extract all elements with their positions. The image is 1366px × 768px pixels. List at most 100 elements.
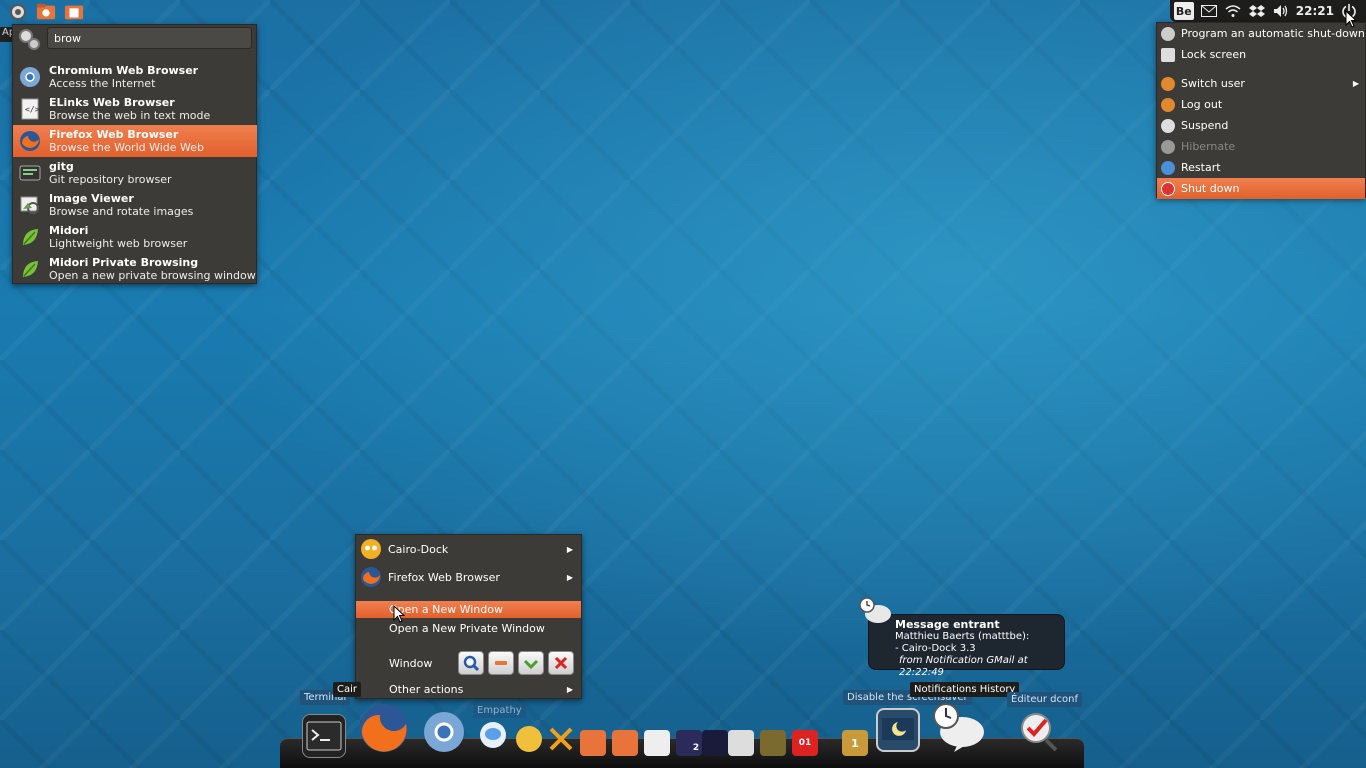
notification-title: Message entrant [895, 618, 1000, 631]
image-icon[interactable] [760, 730, 786, 756]
clock[interactable]: 22:21 [1296, 4, 1334, 18]
close-button[interactable] [548, 651, 574, 675]
hibernate-icon [1161, 139, 1175, 154]
menu-item-switch-user[interactable]: Switch user ▶ [1157, 73, 1365, 94]
submenu-arrow-icon: ▶ [566, 572, 573, 582]
midori-leaf-icon [19, 258, 41, 280]
menu-item-suspend[interactable]: Suspend [1157, 115, 1365, 136]
notification-line2: - Cairo-Dock 3.3 [895, 643, 976, 654]
menu-item-cairo-dock[interactable]: Cairo-Dock ▶ [356, 537, 581, 561]
dconf-editor-icon[interactable] [1016, 710, 1060, 754]
notifications-history-icon[interactable] [930, 700, 986, 754]
keyboard-layout-indicator[interactable]: Be [1173, 2, 1194, 20]
gears-icon [17, 27, 41, 51]
workspace-badge: 2 [692, 743, 700, 753]
lock-screen-icon [1161, 47, 1175, 62]
screensaver-icon[interactable] [876, 708, 920, 752]
menu-item-restart[interactable]: Restart [1157, 157, 1365, 178]
menu-item-other-actions[interactable]: Other actions ▶ [356, 681, 581, 698]
submenu-arrow-icon: ▶ [566, 544, 573, 554]
empathy-icon[interactable] [480, 722, 506, 748]
dropbox-icon[interactable] [1248, 3, 1266, 19]
submenu-arrow-icon: ▶ [566, 685, 573, 694]
session-menu: Program an automatic shut-down Lock scre… [1156, 22, 1366, 199]
maximize-button[interactable] [518, 651, 544, 675]
result-name: Chromium Web Browser [49, 64, 199, 77]
mouse-cursor-icon [393, 605, 405, 623]
image-viewer-icon [19, 194, 41, 216]
result-elinks[interactable]: </> ELinks Web Browser Browse the web in … [13, 93, 257, 125]
downloads-folder-icon[interactable] [612, 730, 638, 756]
menu-item-label: Cairo-Dock [388, 542, 449, 556]
result-image-viewer[interactable]: Image Viewer Browse and rotate images [13, 189, 257, 221]
notification-line1: Matthieu Baerts (matttbe): [895, 631, 1030, 642]
menu-item-label: Switch user [1181, 77, 1245, 90]
menu-item-label: Other actions [389, 683, 464, 696]
restart-icon [1161, 160, 1175, 175]
result-firefox[interactable]: Firefox Web Browser Browse the World Wide… [13, 125, 257, 157]
menu-item-label: Firefox Web Browser [388, 570, 500, 584]
window-actions [458, 651, 574, 675]
text-editor-icon[interactable] [644, 730, 670, 756]
pidgin-icon[interactable] [516, 726, 542, 752]
magnify-button[interactable] [458, 651, 484, 675]
result-chromium[interactable]: Chromium Web Browser Access the Internet [13, 61, 257, 93]
notification-clock-bubble-icon [858, 596, 892, 626]
mouse-cursor-icon [1345, 10, 1357, 28]
volume-icon[interactable] [1272, 3, 1290, 19]
wifi-icon[interactable] [1224, 3, 1242, 19]
chromium-icon[interactable] [422, 710, 466, 754]
workspace-switcher-icon[interactable]: 2 [676, 730, 702, 756]
log-out-icon [1161, 97, 1175, 112]
tooltip-cairo: Cair [333, 682, 361, 697]
menu-item-hibernate[interactable]: Hibernate [1157, 136, 1365, 157]
mail-icon[interactable] [1200, 3, 1218, 19]
result-midori[interactable]: Midori Lightweight web browser [13, 221, 257, 253]
menu-item-firefox[interactable]: Firefox Web Browser ▶ [356, 565, 581, 589]
terminal-icon[interactable] [302, 714, 346, 758]
result-name: Firefox Web Browser [49, 128, 179, 141]
search-menu: brow Chromium Web Browser Access the Inte… [12, 24, 257, 284]
menu-item-auto-shutdown[interactable]: Program an automatic shut-down [1157, 23, 1365, 44]
notification-from: from Notification GMail at 22:22:49 [899, 655, 1028, 678]
menu-item-label: Log out [1181, 98, 1223, 111]
suspend-icon [1161, 118, 1175, 133]
menu-item-label: Hibernate [1181, 140, 1236, 153]
menu-item-label: Window [389, 656, 433, 670]
firefox-icon [360, 566, 382, 588]
calendar-icon[interactable]: 01 [792, 730, 818, 756]
menu-item-lock-screen[interactable]: Lock screen [1157, 44, 1365, 65]
window-icon[interactable] [728, 730, 754, 756]
menu-item-open-new-window[interactable]: Open a New Window [356, 601, 581, 618]
menu-item-label: Lock screen [1181, 48, 1247, 61]
menu-item-window: Window [356, 649, 581, 677]
result-name: Midori [49, 224, 89, 237]
menu-item-label: Open a New Window [389, 603, 503, 616]
xchat-icon[interactable] [548, 726, 574, 752]
result-name: Midori Private Browsing [49, 256, 199, 269]
menu-item-label: Shut down [1181, 182, 1240, 195]
menu-item-shut-down[interactable]: Shut down [1157, 178, 1365, 199]
dock-context-menu: Cairo-Dock ▶ Firefox Web Browser ▶ Open … [355, 534, 582, 699]
result-gitg[interactable]: gitg Git repository browser [13, 157, 257, 189]
notification-bubble[interactable]: Message entrant Matthieu Baerts (matttbe… [868, 614, 1065, 678]
result-desc: Browse the World Wide Web [49, 141, 205, 154]
gitg-icon [19, 162, 41, 184]
menu-item-label: Open a New Private Window [389, 622, 545, 635]
minimize-button[interactable] [488, 651, 514, 675]
trash-icon[interactable]: 1 [842, 730, 868, 756]
result-midori-private[interactable]: Midori Private Browsing Open a new privat… [13, 253, 257, 285]
search-input[interactable]: brow [47, 27, 252, 49]
workspace-2-icon[interactable] [702, 730, 728, 756]
menu-item-log-out[interactable]: Log out [1157, 94, 1365, 115]
photo-folder-icon[interactable] [36, 2, 56, 22]
menu-item-open-private-window[interactable]: Open a New Private Window [356, 620, 581, 637]
documents-folder-icon[interactable] [64, 2, 84, 22]
tooltip-editeur-dconf: Éditeur dconf [1007, 692, 1082, 707]
firefox-icon[interactable] [358, 700, 410, 756]
photos-folder-icon[interactable] [580, 730, 606, 756]
settings-gear-icon[interactable] [8, 2, 28, 22]
result-name: ELinks Web Browser [49, 96, 175, 109]
result-desc: Git repository browser [49, 173, 172, 186]
result-desc: Browse the web in text mode [49, 109, 211, 122]
